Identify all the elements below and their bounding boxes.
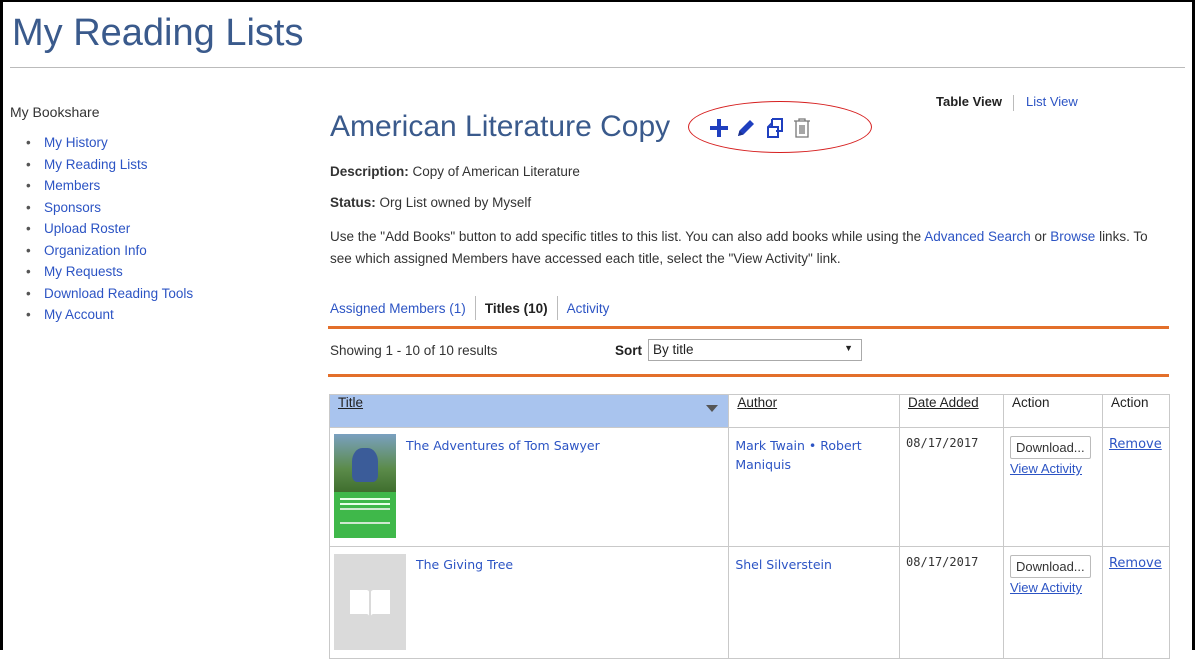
remove-link[interactable]: Remove xyxy=(1109,437,1162,452)
table-header-row: Title Author Date Added Action Action xyxy=(328,394,1171,428)
list-status: Status: Org List owned by Myself xyxy=(330,195,531,210)
sidebar-item-download-reading-tools: Download Reading Tools xyxy=(26,283,310,305)
tab-divider xyxy=(556,296,558,320)
table-row: The Adventures of Tom Sawyer Mark Twain … xyxy=(328,427,1171,547)
sidebar-link[interactable]: Upload Roster xyxy=(44,221,130,236)
instructions-text: Use the "Add Books" button to add specif… xyxy=(330,226,1160,270)
table-view-tab[interactable]: Table View xyxy=(936,94,1002,109)
sidebar-link[interactable]: My Account xyxy=(44,307,114,322)
sort-arrow-icon xyxy=(706,405,719,412)
author-link[interactable]: Mark Twain • Robert Maniquis xyxy=(735,438,861,472)
author-sort-link[interactable]: Author xyxy=(737,395,777,410)
remove-link[interactable]: Remove xyxy=(1109,556,1162,571)
instructions-or: or xyxy=(1030,229,1051,244)
browse-link[interactable]: Browse xyxy=(1050,229,1095,244)
title-column-header[interactable]: Title xyxy=(328,394,730,428)
list-view-link[interactable]: List View xyxy=(1026,94,1078,109)
view-toggle-divider xyxy=(1013,94,1014,111)
tab-activity[interactable]: Activity xyxy=(567,301,610,316)
date-cell: 08/17/2017 xyxy=(899,427,1004,547)
list-title: American Literature Copy xyxy=(330,110,671,143)
sidebar-item-upload-roster: Upload Roster xyxy=(26,218,310,240)
book-title-link[interactable]: The Adventures of Tom Sawyer xyxy=(406,436,600,538)
view-activity-link[interactable]: View Activity xyxy=(1010,580,1096,595)
action-column-header: Action xyxy=(1002,394,1103,428)
sidebar-link[interactable]: My Reading Lists xyxy=(44,157,148,172)
accent-divider-top xyxy=(328,326,1169,329)
sidebar-heading: My Bookshare xyxy=(10,104,100,120)
sidebar-link[interactable]: Organization Info xyxy=(44,243,147,258)
chevron-down-icon: ▼ xyxy=(844,343,853,353)
remove-cell: Remove xyxy=(1101,427,1171,547)
date-cell: 08/17/2017 xyxy=(899,546,1004,659)
sidebar-link[interactable]: Download Reading Tools xyxy=(44,286,193,301)
sidebar-item-organization-info: Organization Info xyxy=(26,240,310,262)
author-cell: Mark Twain • Robert Maniquis xyxy=(728,427,901,547)
download-button[interactable]: Download... xyxy=(1009,555,1091,578)
title-cell: The Giving Tree xyxy=(328,546,730,659)
sidebar-link[interactable]: Sponsors xyxy=(44,200,101,215)
table-row: The Giving Tree Shel Silverstein 08/17/2… xyxy=(328,546,1171,659)
sidebar-item-sponsors: Sponsors xyxy=(26,197,310,219)
sidebar-link[interactable]: My Requests xyxy=(44,264,123,279)
list-description: Description: Copy of American Literature xyxy=(330,164,580,179)
list-tabs: Assigned Members (1) Titles (10) Activit… xyxy=(330,296,609,320)
results-count: Showing 1 - 10 of 10 results xyxy=(330,343,498,358)
title-cell: The Adventures of Tom Sawyer xyxy=(328,427,730,547)
view-toggle: Table View List View xyxy=(936,94,1078,111)
book-placeholder-icon[interactable] xyxy=(334,554,406,650)
status-label: Status: xyxy=(330,195,376,210)
download-button[interactable]: Download... xyxy=(1009,436,1091,459)
description-value: Copy of American Literature xyxy=(412,164,580,179)
remove-cell: Remove xyxy=(1101,546,1171,659)
view-activity-link[interactable]: View Activity xyxy=(1010,461,1096,476)
sidebar-item-my-account: My Account xyxy=(26,304,310,326)
tab-assigned-members[interactable]: Assigned Members (1) xyxy=(330,301,466,316)
status-value: Org List owned by Myself xyxy=(379,195,532,210)
book-title-link[interactable]: The Giving Tree xyxy=(416,555,513,650)
sort-selected-value: By title xyxy=(653,342,694,357)
titles-table: Title Author Date Added Action Action Th… xyxy=(328,394,1171,659)
sidebar-link[interactable]: Members xyxy=(44,178,100,193)
sidebar-item-members: Members xyxy=(26,175,310,197)
date-sort-link[interactable]: Date Added xyxy=(908,395,979,410)
accent-divider-bottom xyxy=(328,374,1169,377)
tab-titles[interactable]: Titles (10) xyxy=(485,301,548,316)
action-cell: Download... View Activity xyxy=(1002,546,1103,659)
annotation-ellipse xyxy=(688,101,872,153)
sort-label: Sort xyxy=(615,343,642,358)
date-column-header[interactable]: Date Added xyxy=(899,394,1004,428)
sidebar: My Bookshare My History My Reading Lists… xyxy=(10,104,310,326)
sort-select[interactable]: By title ▼ xyxy=(648,339,862,361)
sidebar-item-my-requests: My Requests xyxy=(26,261,310,283)
action-cell: Download... View Activity xyxy=(1002,427,1103,547)
instructions-part1: Use the "Add Books" button to add specif… xyxy=(330,229,925,244)
tab-divider xyxy=(474,296,476,320)
sidebar-menu: My History My Reading Lists Members Spon… xyxy=(10,132,310,326)
action-column-header: Action xyxy=(1101,394,1171,428)
page-title: My Reading Lists xyxy=(12,12,304,54)
author-cell: Shel Silverstein xyxy=(728,546,901,659)
title-divider xyxy=(10,67,1185,68)
description-label: Description: xyxy=(330,164,409,179)
author-column-header[interactable]: Author xyxy=(728,394,901,428)
book-cover-image[interactable] xyxy=(334,434,396,538)
author-link[interactable]: Shel Silverstein xyxy=(735,557,832,572)
advanced-search-link[interactable]: Advanced Search xyxy=(924,229,1031,244)
title-sort-link[interactable]: Title xyxy=(338,395,363,410)
sidebar-item-my-history: My History xyxy=(26,132,310,154)
sidebar-item-my-reading-lists: My Reading Lists xyxy=(26,154,310,176)
sidebar-link[interactable]: My History xyxy=(44,135,108,150)
